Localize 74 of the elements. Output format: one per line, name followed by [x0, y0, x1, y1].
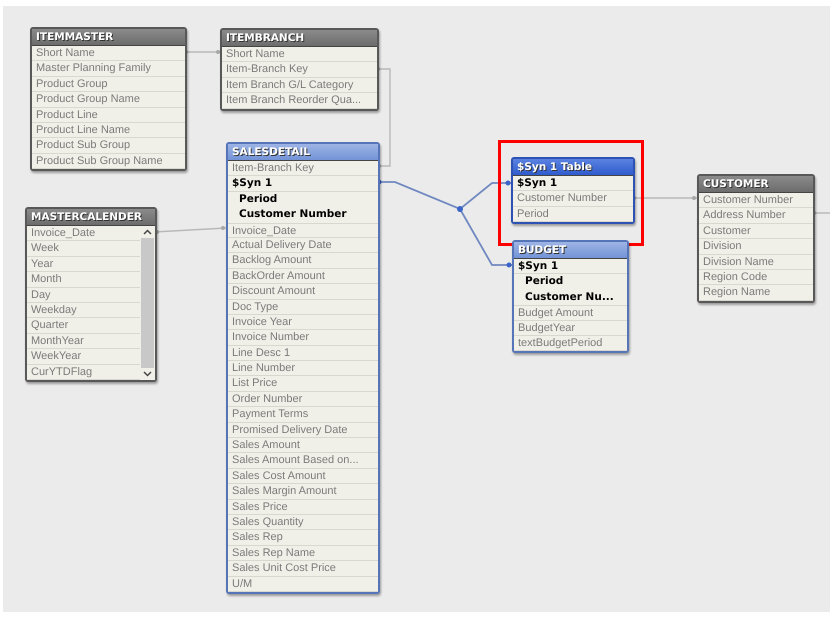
field-name[interactable]: Line Desc 1 [228, 346, 378, 362]
field-name[interactable]: Sales Unit Cost Price [228, 561, 378, 577]
field-name[interactable]: Sales Rep Name [228, 546, 378, 562]
table-title: ITEMMASTER [32, 29, 185, 45]
field-name[interactable]: Customer Number [513, 191, 633, 207]
field-name[interactable]: textBudgetPeriod [514, 336, 627, 352]
field-name[interactable]: Address Number [699, 208, 813, 224]
table-title: $Syn 1 Table [513, 159, 633, 175]
field-name[interactable]: Product Line [32, 108, 185, 123]
table-box[interactable]: CUSTOMER Customer Number Address Number Customer Division Division Name Region Code Region Name [697, 174, 815, 303]
field-name[interactable]: Short Name [32, 46, 185, 62]
field-name[interactable]: Period [228, 192, 378, 208]
table-box[interactable] [226, 142, 380, 594]
field-name[interactable]: Customer Nu... [514, 290, 627, 306]
field-name[interactable]: List Price [228, 376, 378, 392]
table-box[interactable]: $Syn 1 Table $Syn 1 Customer Number Period [511, 157, 635, 224]
field-name[interactable]: Division Name [699, 254, 813, 270]
table-title: CUSTOMER [699, 176, 813, 192]
field-name[interactable]: Invoice_Date [228, 222, 378, 238]
field-name[interactable]: Invoice Number [228, 330, 378, 346]
field-name[interactable]: Sales Quantity [228, 514, 378, 530]
field-name[interactable]: Sales Price [228, 500, 378, 515]
field-name[interactable]: Payment Terms [228, 407, 378, 423]
field-name[interactable]: Actual Delivery Date [228, 238, 378, 254]
field-name[interactable]: $Syn 1 [514, 259, 627, 274]
field-name[interactable]: $Syn 1 [228, 176, 378, 192]
field-name[interactable]: Product Line Name [32, 122, 185, 138]
field-name[interactable]: Sales Margin Amount [228, 484, 378, 500]
field-name[interactable]: Item Branch G/L Category [222, 78, 377, 94]
field-name[interactable]: U/M [228, 576, 378, 592]
table-box[interactable]: ITEMBRANCH Short Name Item-Branch Key Item Branch G/L Category Item Branch Reorder Qua... [220, 28, 379, 111]
chevron-up-icon[interactable] [143, 229, 152, 235]
field-name[interactable]: Region Name [699, 285, 813, 301]
field-name[interactable]: Sales Amount [228, 438, 378, 454]
table-title: ITEMBRANCH [222, 30, 377, 46]
field-name[interactable]: Item-Branch Key [228, 161, 378, 176]
field-name[interactable]: Product Sub Group [32, 138, 185, 154]
field-name[interactable]: Sales Rep [228, 530, 378, 546]
field-name[interactable]: Sales Cost Amount [228, 468, 378, 484]
scroll-bar[interactable] [140, 226, 155, 380]
table-title: MASTERCALENDER [27, 209, 155, 225]
field-name[interactable]: Order Number [228, 392, 378, 408]
field-name[interactable]: Doc Type [228, 300, 378, 315]
field-name[interactable]: Line Number [228, 361, 378, 376]
field-name[interactable]: $Syn 1 [513, 176, 633, 192]
table-box[interactable]: MASTERCALENDER Invoice_Date Week Year Month Day Weekday Quarter MonthYear WeekYear CurYTDFlag [25, 207, 157, 382]
field-name[interactable]: Backlog Amount [228, 253, 378, 269]
field-name[interactable]: Period [514, 274, 627, 290]
field-name[interactable]: Product Group Name [32, 92, 185, 108]
field-name[interactable]: Period [513, 206, 633, 222]
field-name[interactable]: Discount Amount [228, 284, 378, 300]
field-name[interactable]: Item-Branch Key [222, 62, 377, 78]
scroll-thumb[interactable] [141, 238, 154, 368]
field-name[interactable]: Product Sub Group Name [32, 154, 185, 170]
field-name[interactable]: Customer Number [699, 193, 813, 208]
field-name[interactable]: Promised Delivery Date [228, 422, 378, 438]
field-name[interactable]: Sales Amount Based on... [228, 453, 378, 469]
table-box[interactable]: BUDGET $Syn 1 Period Customer Nu... Budget Amount BudgetYear textBudgetPeriod [512, 240, 629, 354]
field-name[interactable]: Master Planning Family [32, 61, 185, 77]
chevron-down-icon[interactable] [143, 370, 152, 377]
field-name[interactable]: Customer [699, 224, 813, 240]
field-name[interactable]: Item Branch Reorder Qua... [222, 93, 377, 109]
field-name[interactable]: BackOrder Amount [228, 268, 378, 284]
table-title: BUDGET [514, 242, 627, 258]
field-name[interactable]: Product Group [32, 76, 185, 92]
field-name[interactable]: Invoice Year [228, 314, 378, 330]
field-name[interactable]: Budget Amount [514, 305, 627, 321]
field-name[interactable]: Region Code [699, 270, 813, 286]
field-name[interactable]: Division [699, 239, 813, 255]
table-title: SALESDETAIL [228, 144, 378, 160]
table-box[interactable]: ITEMMASTER Short Name Master Planning Family Product Group Product Group Name Product Line Product Line Name Product Sub Group Product Sub Group Name [30, 27, 187, 172]
field-name[interactable]: Customer Number [228, 207, 378, 223]
field-name[interactable]: Short Name [222, 47, 377, 62]
field-name[interactable]: BudgetYear [514, 320, 627, 336]
